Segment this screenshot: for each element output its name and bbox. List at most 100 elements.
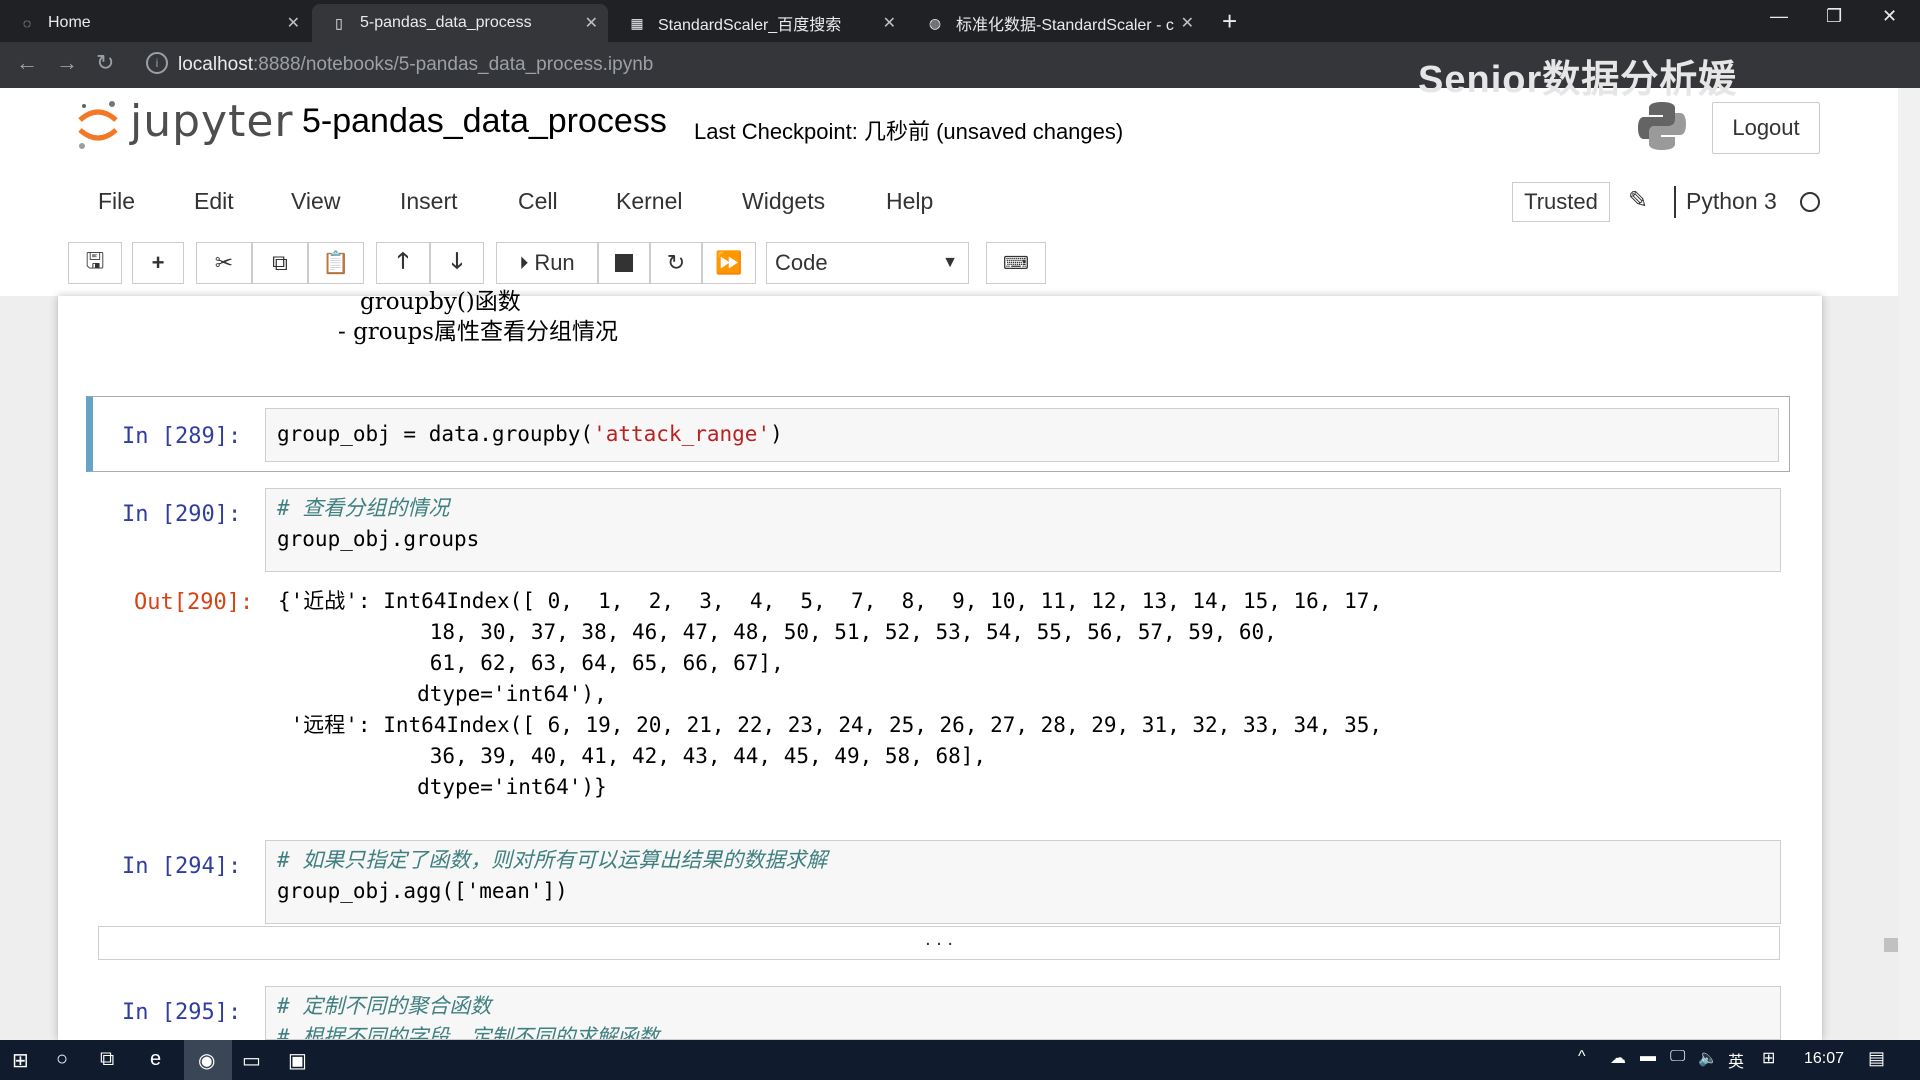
url-field[interactable]: localhost:8888/notebooks/5-pandas_data_p…: [178, 54, 653, 76]
windows-taskbar: ⊞ ○ ⧉ e ◉ ▭ ▣ ^ ☁ ▬ 🖵 🔈 英 ⊞ 16:07 ▤: [0, 1040, 1920, 1080]
tray-chevron-icon[interactable]: ^: [1578, 1048, 1586, 1066]
paste-button[interactable]: 📋: [308, 242, 364, 284]
keyboard-icon: ⌨: [1003, 252, 1029, 273]
task-view-icon[interactable]: ⧉: [100, 1048, 114, 1071]
new-tab-button[interactable]: +: [1222, 6, 1237, 37]
code-input[interactable]: # 定制不同的聚合函数 # 根据不同的字段，定制不同的求解函数: [265, 986, 1781, 1040]
battery-icon[interactable]: ▬: [1640, 1048, 1656, 1066]
notebook-scrollbar-thumb[interactable]: [1884, 938, 1898, 952]
tab-notebook[interactable]: ▯ 5-pandas_data_process ✕: [312, 4, 608, 42]
reload-icon[interactable]: ↻: [96, 50, 114, 76]
code-input[interactable]: group_obj = data.groupby('attack_range'): [265, 408, 1779, 462]
restart-run-all-button[interactable]: ⏩: [702, 242, 756, 284]
step-forward-icon: ⏵: [519, 252, 529, 273]
kernel-name[interactable]: Python 3: [1686, 188, 1777, 215]
run-button[interactable]: ⏵ Run: [496, 242, 598, 284]
ime-indicator[interactable]: 英: [1728, 1048, 1744, 1072]
trusted-indicator[interactable]: Trusted: [1512, 182, 1610, 222]
code-input[interactable]: # 如果只指定了函数，则对所有可以运算出结果的数据求解 group_obj.ag…: [265, 840, 1781, 924]
notebook-name[interactable]: 5-pandas_data_process: [302, 102, 667, 141]
jupyter-logo-text[interactable]: jupyter: [130, 96, 294, 147]
baidu-icon: ▦: [630, 14, 644, 31]
maximize-icon[interactable]: ❐: [1826, 6, 1842, 27]
arrow-up-icon: 🡑: [397, 248, 409, 273]
cut-button[interactable]: ✂: [196, 242, 252, 284]
tray-app-icon[interactable]: ☁: [1610, 1048, 1626, 1068]
edge-icon[interactable]: e: [150, 1048, 161, 1071]
input-prompt: In [295]:: [122, 1000, 242, 1025]
menu-insert[interactable]: Insert: [400, 188, 458, 215]
notebook-icon: ▯: [335, 14, 343, 31]
menu-widgets[interactable]: Widgets: [742, 188, 825, 215]
close-window-icon[interactable]: ✕: [1882, 6, 1897, 27]
restart-icon: ↻: [666, 250, 686, 275]
kernel-idle-icon: [1800, 192, 1820, 212]
stop-icon: [615, 254, 633, 272]
close-tab-icon[interactable]: ✕: [287, 13, 300, 33]
dropdown-arrow-icon: ▼: [942, 254, 958, 271]
code-input[interactable]: # 查看分组的情况 group_obj.groups: [265, 488, 1781, 572]
divider: [1674, 186, 1676, 218]
info-icon[interactable]: i: [146, 52, 168, 74]
network-icon[interactable]: 🖵: [1670, 1048, 1685, 1066]
plus-icon: +: [151, 250, 165, 275]
jupyter-logo-icon[interactable]: [76, 98, 120, 152]
notification-icon[interactable]: ▤: [1868, 1048, 1885, 1069]
command-palette-button[interactable]: ⌨: [986, 242, 1046, 284]
cell-type-select[interactable]: Code ▼: [766, 242, 969, 284]
restart-button[interactable]: ↻: [650, 242, 702, 284]
back-icon[interactable]: ←: [16, 50, 38, 76]
scissors-icon: ✂: [214, 250, 234, 275]
forward-icon[interactable]: →: [56, 50, 78, 76]
logout-button[interactable]: Logout: [1712, 102, 1820, 154]
arrow-down-icon: 🡓: [451, 248, 463, 273]
menu-kernel[interactable]: Kernel: [616, 188, 682, 215]
clock[interactable]: 16:07: [1804, 1050, 1844, 1068]
output-prompt: Out[290]:: [134, 590, 254, 615]
jupyter-spinner-icon: ◌: [22, 15, 32, 31]
menu-file[interactable]: File: [98, 188, 135, 215]
menu-edit[interactable]: Edit: [194, 188, 234, 215]
clipboard-icon: 📋: [322, 250, 350, 275]
input-prompt: In [289]:: [122, 424, 242, 449]
watermark: Senior数据分析媛: [1418, 59, 1738, 101]
input-prompt: In [290]:: [122, 502, 242, 527]
checkpoint-status: Last Checkpoint: 几秒前 (unsaved changes): [694, 119, 1124, 144]
menu-help[interactable]: Help: [886, 188, 933, 215]
menu-cell[interactable]: Cell: [518, 188, 558, 215]
close-tab-icon[interactable]: ✕: [585, 13, 598, 33]
collapsed-output[interactable]: . . .: [98, 926, 1780, 960]
windows-start-icon[interactable]: ⊞: [12, 1048, 29, 1073]
markdown-line: - groups属性查看分组情况: [338, 319, 618, 345]
python-logo-icon: [1638, 102, 1686, 150]
app-icon[interactable]: ▣: [288, 1048, 307, 1073]
minimize-icon[interactable]: —: [1770, 6, 1788, 27]
cell-output: {'近战': Int64Index([ 0, 1, 2, 3, 4, 5, 7,…: [278, 589, 1383, 799]
menu-view[interactable]: View: [291, 188, 340, 215]
input-prompt: In [294]:: [122, 854, 242, 879]
page-icon: ◍: [928, 14, 942, 31]
volume-icon[interactable]: 🔈: [1698, 1048, 1718, 1068]
tab-standardscaler[interactable]: ◍ 标准化数据-StandardScaler - c ✕: [908, 4, 1204, 42]
tab-home[interactable]: ◌ Home ✕: [0, 4, 310, 42]
close-tab-icon[interactable]: ✕: [883, 13, 896, 33]
ime-mode-icon[interactable]: ⊞: [1762, 1048, 1775, 1068]
search-icon[interactable]: ○: [56, 1048, 68, 1071]
move-up-button[interactable]: 🡑: [376, 242, 430, 284]
page-scrollbar[interactable]: [1898, 88, 1920, 1040]
insert-cell-button[interactable]: +: [132, 242, 184, 284]
move-down-button[interactable]: 🡓: [430, 242, 484, 284]
close-tab-icon[interactable]: ✕: [1181, 13, 1194, 33]
chrome-icon: ◉: [198, 1050, 216, 1072]
address-bar: ← → ↻ i localhost:8888/notebooks/5-panda…: [0, 42, 1920, 101]
interrupt-button[interactable]: [598, 242, 650, 284]
tab-baidu[interactable]: ▦ StandardScaler_百度搜索 ✕: [610, 4, 906, 42]
floppy-icon: 🖫: [85, 248, 105, 273]
browser-tab-bar: ◌ Home ✕ ▯ 5-pandas_data_process ✕ ▦ Sta…: [0, 0, 1920, 42]
copy-icon: ⧉: [272, 250, 288, 275]
copy-button[interactable]: ⧉: [252, 242, 308, 284]
terminal-icon[interactable]: ▭: [242, 1048, 261, 1073]
save-button[interactable]: 🖫: [68, 242, 122, 284]
markdown-cut-line: groupby()函数: [360, 289, 521, 315]
edit-pencil-icon[interactable]: ✎: [1628, 186, 1648, 215]
